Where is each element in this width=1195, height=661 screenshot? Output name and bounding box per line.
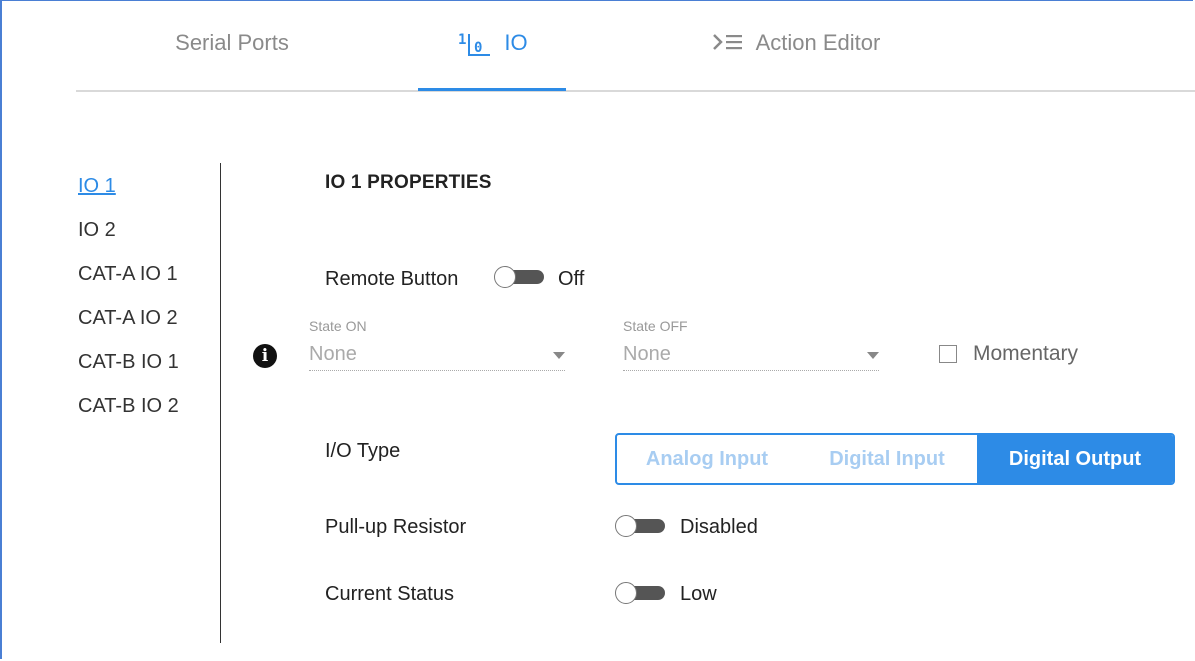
properties-heading: IO 1 PROPERTIES <box>325 172 492 193</box>
info-icon[interactable]: i <box>253 344 277 368</box>
tab-action-editor-label: Action Editor <box>755 30 881 55</box>
current-status-label: Current Status <box>325 583 454 605</box>
io-type-analog-input[interactable]: Analog Input <box>617 435 797 483</box>
io-list-item-io2[interactable]: IO 2 <box>78 216 179 260</box>
io-list-item-cat-a-io1[interactable]: CAT-A IO 1 <box>78 260 179 304</box>
current-status-toggle[interactable] <box>615 582 667 604</box>
io-binary-icon: 1 0 <box>456 30 492 58</box>
momentary-label: Momentary <box>973 342 1079 365</box>
state-off-caption: State OFF <box>623 318 688 334</box>
pullup-resistor-state: Disabled <box>680 516 758 538</box>
state-on-caption: State ON <box>309 318 367 334</box>
tab-serial-ports-label: Serial Ports <box>175 30 289 55</box>
momentary-checkbox[interactable] <box>939 345 957 363</box>
chevron-down-icon <box>553 352 565 359</box>
io-type-label: I/O Type <box>325 440 401 462</box>
tab-io[interactable]: 1 0 IO <box>418 30 566 91</box>
io-list-item-cat-b-io1[interactable]: CAT-B IO 1 <box>78 348 179 392</box>
state-on-select[interactable]: State ON None <box>309 318 565 371</box>
tab-io-label: IO <box>504 30 528 55</box>
io-type-digital-input[interactable]: Digital Input <box>797 435 977 483</box>
action-editor-icon <box>712 30 744 54</box>
tab-serial-ports[interactable]: Serial Ports <box>162 30 302 90</box>
vertical-divider <box>220 163 221 643</box>
tab-action-editor[interactable]: Action Editor <box>696 30 896 90</box>
window-frame <box>0 0 1193 659</box>
remote-button-label: Remote Button <box>325 268 459 290</box>
state-on-value: None <box>309 343 357 365</box>
io-list-item-cat-b-io2[interactable]: CAT-B IO 2 <box>78 392 179 436</box>
chevron-down-icon <box>867 352 879 359</box>
svg-text:1: 1 <box>458 32 466 48</box>
svg-text:0: 0 <box>474 40 482 56</box>
remote-button-state: Off <box>558 268 585 290</box>
pullup-resistor-label: Pull-up Resistor <box>325 516 467 538</box>
state-off-select[interactable]: State OFF None <box>623 318 879 371</box>
remote-button-toggle[interactable] <box>494 266 546 288</box>
state-off-value: None <box>623 343 671 365</box>
io-type-digital-output[interactable]: Digital Output <box>977 435 1173 483</box>
current-status-state: Low <box>680 583 717 605</box>
io-list-item-cat-a-io2[interactable]: CAT-A IO 2 <box>78 304 179 348</box>
io-list: IO 1 IO 2 CAT-A IO 1 CAT-A IO 2 CAT-B IO… <box>78 172 179 436</box>
io-list-item-io1[interactable]: IO 1 <box>78 172 179 216</box>
io-type-segmented-control: Analog Input Digital Input Digital Outpu… <box>615 433 1175 485</box>
tab-bar: Serial Ports 1 0 IO Action Editor <box>76 0 1195 92</box>
pullup-resistor-toggle[interactable] <box>615 515 667 537</box>
